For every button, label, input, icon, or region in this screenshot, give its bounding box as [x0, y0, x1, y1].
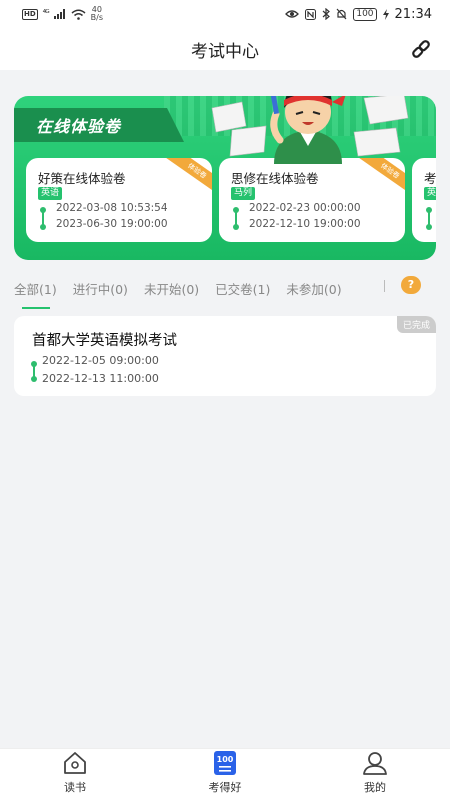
wifi-icon: [71, 9, 86, 20]
nav-label: 我的: [364, 781, 386, 794]
page-title: 考试中心: [191, 41, 259, 62]
card-title: 考: [424, 171, 436, 186]
exam-start-time: 2022-12-05 09:00:00: [42, 354, 159, 367]
tab-all[interactable]: 全部(1): [14, 275, 57, 305]
subject-tag: 马列: [231, 187, 256, 200]
start-time: 2022-03-08 10:53:54: [56, 202, 168, 214]
timeline-dot: [31, 376, 37, 382]
nav-label: 读书: [64, 781, 86, 794]
signal-icon: ⁴ᴳ: [42, 9, 50, 19]
speed-unit: B/s: [90, 13, 104, 22]
network-speed: 40 B/s: [91, 6, 103, 22]
tab-divider: [384, 280, 385, 292]
status-bar: HD ⁴ᴳ 40 B/s 100 21:34: [0, 0, 450, 28]
start-time: 2022-02-23 00:00:00: [249, 202, 361, 214]
exam-title: 首都大学英语模拟考试: [32, 333, 177, 349]
subject-tag: 英语: [38, 187, 63, 200]
card-title: 好策在线体验卷: [38, 171, 126, 186]
subject-tag: 英语: [424, 187, 436, 200]
svg-text:100: 100: [217, 755, 234, 764]
timeline-dot: [233, 224, 239, 230]
end-time: 2022-12-10 19:00:00: [249, 218, 361, 230]
score-100-icon: 100: [214, 751, 236, 775]
status-left: HD ⁴ᴳ 40 B/s: [22, 6, 103, 22]
tab-not-started[interactable]: 未开始(0): [144, 275, 199, 305]
clock: 21:34: [394, 6, 432, 22]
banner-title: 在线体验卷: [36, 117, 122, 136]
banner-title-tab: 在线体验卷: [14, 108, 184, 142]
tab-not-attended[interactable]: 未参加(0): [286, 275, 341, 305]
nav-label: 考得好: [208, 781, 242, 794]
nav-item-profile[interactable]: 我的: [300, 749, 450, 800]
tab-in-progress[interactable]: 进行中(0): [73, 275, 128, 305]
nfc-icon: [305, 8, 317, 20]
nav-item-exams[interactable]: 100 考得好: [150, 749, 300, 800]
hd-indicator: HD: [22, 8, 38, 20]
user-icon: [363, 752, 387, 775]
help-button[interactable]: ?: [401, 276, 421, 294]
cell-bars-icon: [53, 9, 65, 19]
status-tabs: 全部(1) 进行中(0) 未开始(0) 已交卷(1) 未参加(0): [0, 270, 450, 310]
timeline-dot: [40, 224, 46, 230]
mascot-illustration: [211, 96, 409, 164]
tab-submitted[interactable]: 已交卷(1): [215, 275, 270, 305]
status-badge: 已完成: [396, 316, 436, 333]
exam-end-time: 2022-12-13 11:00:00: [42, 372, 159, 385]
trial-paper-card[interactable]: 体验卷 好策在线体验卷 英语 2022-03-08 10:53:54 2023-…: [26, 158, 212, 242]
app-header: 考试中心: [0, 28, 450, 70]
trial-papers-banner: 在线体验卷 体验卷 好策在线体验卷 英语 2022-03-08 10:53:54…: [14, 96, 436, 260]
battery-indicator: 100: [353, 7, 377, 21]
card-title: 思修在线体验卷: [231, 171, 319, 186]
link-icon[interactable]: [410, 38, 432, 60]
mute-bell-icon: [336, 8, 347, 20]
active-tab-indicator: [22, 307, 50, 309]
status-right: 100 21:34: [285, 7, 432, 22]
eye-icon: [285, 10, 300, 18]
nav-item-reading[interactable]: 读书: [0, 749, 150, 800]
timeline-dot: [426, 224, 432, 230]
bluetooth-icon: [322, 8, 331, 20]
exam-list-item[interactable]: 已完成 首都大学英语模拟考试 2022-12-05 09:00:00 2022-…: [14, 316, 436, 396]
charging-icon: [382, 8, 389, 20]
home-icon: [64, 752, 86, 774]
end-time: 2023-06-30 19:00:00: [56, 218, 168, 230]
trial-paper-card[interactable]: 体验卷 思修在线体验卷 马列 2022-02-23 00:00:00 2022-…: [219, 158, 405, 242]
bottom-navigation: 读书 100 考得好 我的: [0, 748, 450, 800]
trial-paper-card[interactable]: 考 英语: [412, 158, 436, 242]
